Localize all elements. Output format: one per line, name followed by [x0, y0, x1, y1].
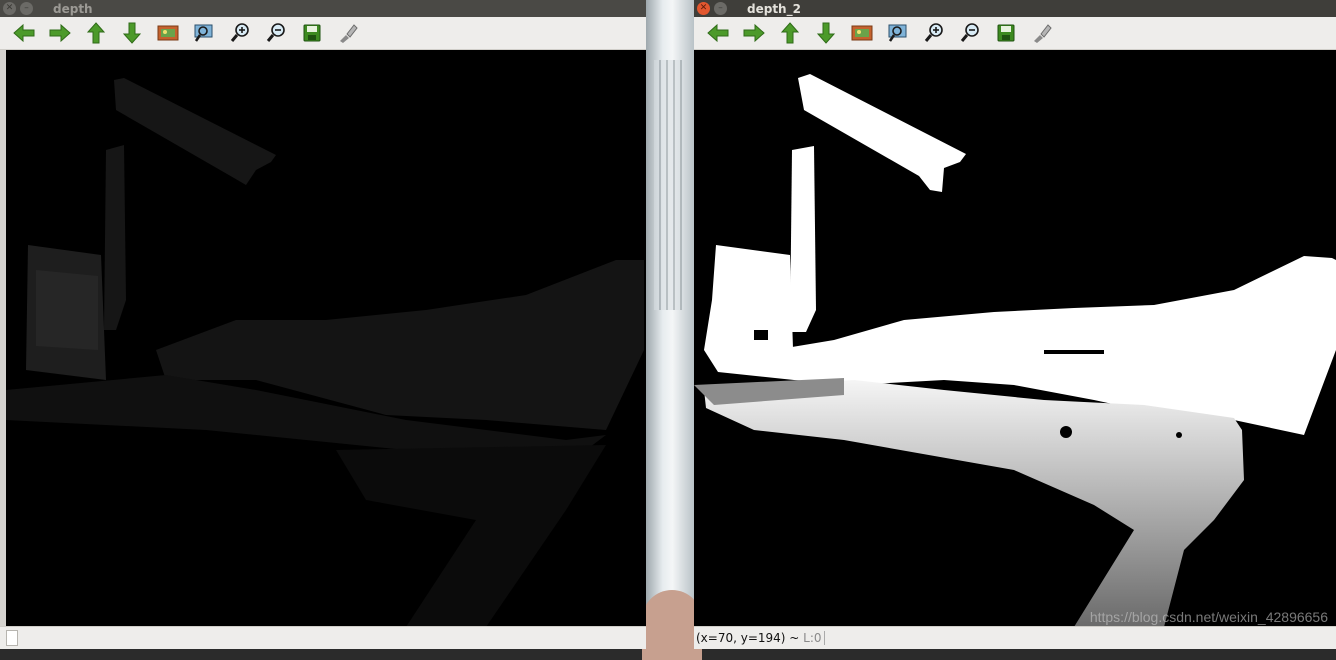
arrow-up-icon	[780, 22, 800, 44]
image-canvas[interactable]	[6, 50, 646, 627]
pan-left-button[interactable]	[700, 19, 736, 47]
zoom-fit-icon	[194, 24, 213, 42]
save-icon	[303, 24, 321, 42]
desktop-background-blinds	[654, 60, 684, 310]
pan-left-button[interactable]	[6, 19, 42, 47]
zoom-original-button[interactable]	[150, 19, 186, 47]
pixel-level: L:0	[803, 631, 822, 645]
minimize-icon: –	[24, 3, 29, 13]
toolbar	[694, 17, 1336, 50]
status-bar: (x=70, y=194) ~ L:0	[694, 626, 1336, 649]
arrow-left-icon	[707, 23, 729, 43]
save-button[interactable]	[294, 19, 330, 47]
pan-down-button[interactable]	[114, 19, 150, 47]
titlebar[interactable]: ✕ – depth	[0, 0, 646, 17]
zoom-in-button[interactable]	[222, 19, 258, 47]
desktop-background-hand	[642, 590, 702, 660]
window-depth: ✕ – depth	[0, 0, 646, 649]
pan-up-button[interactable]	[78, 19, 114, 47]
titlebar[interactable]: ✕ – depth_2	[694, 0, 1336, 17]
toolbar	[0, 17, 646, 50]
arrow-left-icon	[13, 23, 35, 43]
window-depth-2: ✕ – depth_2 https://blog.csdn.net/weixin…	[694, 0, 1336, 649]
zoom-in-icon	[924, 23, 943, 42]
minimize-button[interactable]: –	[714, 2, 727, 15]
arrow-up-icon	[86, 22, 106, 44]
arrow-down-icon	[816, 22, 836, 44]
picture-icon	[157, 25, 179, 41]
pan-right-button[interactable]	[736, 19, 772, 47]
zoom-out-icon	[266, 23, 285, 42]
close-icon: ✕	[5, 3, 14, 13]
zoom-out-button[interactable]	[952, 19, 988, 47]
image-canvas[interactable]: https://blog.csdn.net/weixin_42896656	[694, 50, 1336, 627]
properties-icon	[340, 24, 358, 43]
window-title: depth	[53, 1, 93, 16]
zoom-out-button[interactable]	[258, 19, 294, 47]
pixel-coordinates: (x=70, y=194) ~ L:0	[696, 631, 825, 645]
desktop-background	[642, 0, 702, 660]
save-button[interactable]	[988, 19, 1024, 47]
window-title: depth_2	[747, 1, 801, 16]
zoom-fit-button[interactable]	[186, 19, 222, 47]
minimize-button[interactable]: –	[20, 2, 33, 15]
picture-icon	[851, 25, 873, 41]
depth-2-image	[694, 50, 1336, 627]
arrow-down-icon	[122, 22, 142, 44]
minimize-icon: –	[718, 3, 723, 13]
arrow-right-icon	[49, 23, 71, 43]
zoom-in-button[interactable]	[916, 19, 952, 47]
close-button[interactable]: ✕	[3, 2, 16, 15]
close-button[interactable]: ✕	[697, 2, 710, 15]
pan-down-button[interactable]	[808, 19, 844, 47]
close-icon: ✕	[699, 3, 708, 13]
zoom-in-icon	[230, 23, 249, 42]
pan-up-button[interactable]	[772, 19, 808, 47]
status-bar	[0, 626, 646, 649]
zoom-fit-icon	[888, 24, 907, 42]
status-field	[6, 630, 18, 646]
coordinate-readout: (x=70, y=194) ~	[696, 631, 804, 645]
pan-right-button[interactable]	[42, 19, 78, 47]
zoom-fit-button[interactable]	[880, 19, 916, 47]
properties-button[interactable]	[330, 19, 366, 47]
watermark: https://blog.csdn.net/weixin_42896656	[1089, 609, 1328, 625]
arrow-right-icon	[743, 23, 765, 43]
zoom-out-icon	[960, 23, 979, 42]
properties-icon	[1034, 24, 1052, 43]
zoom-original-button[interactable]	[844, 19, 880, 47]
properties-button[interactable]	[1024, 19, 1060, 47]
depth-image	[6, 50, 646, 627]
save-icon	[997, 24, 1015, 42]
